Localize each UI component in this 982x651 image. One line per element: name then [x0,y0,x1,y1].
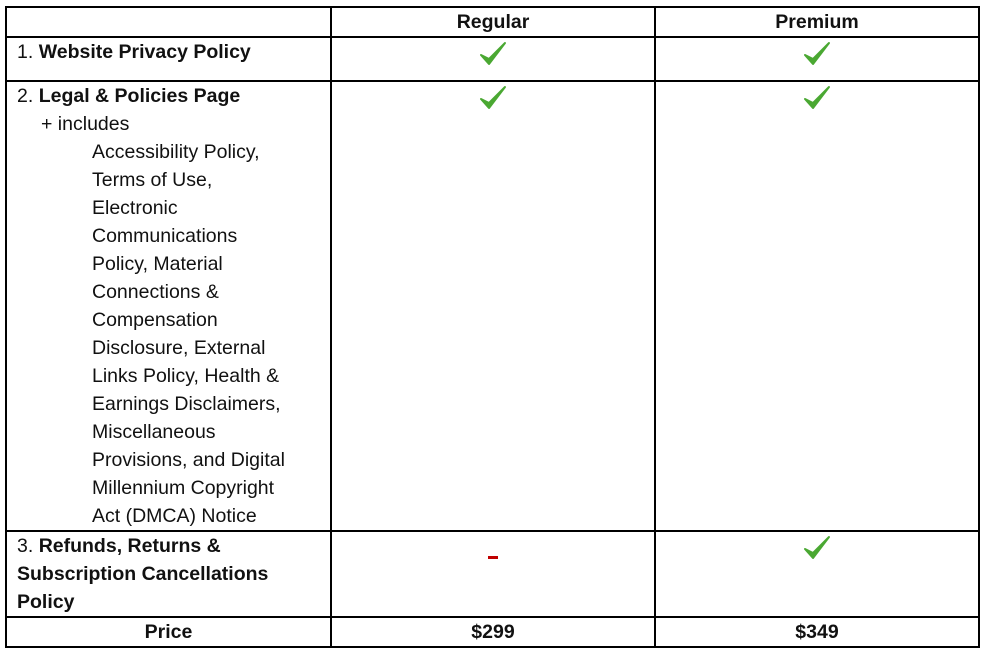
feature-number: 1. [17,41,34,63]
header-blank [5,6,332,38]
table-row: 2. Legal & Policies Page + includes Acce… [5,80,980,532]
check-icon [802,534,832,562]
feature-cell: 1. Website Privacy Policy [5,36,332,82]
feature-title: Refunds, Returns & [38,535,221,557]
premium-cell [654,530,980,618]
feature-number: 3. [17,535,34,557]
price-premium: $349 [654,616,980,648]
regular-cell [330,36,656,82]
premium-cell [654,80,980,532]
included-policy-line: Communications [92,225,238,247]
pricing-comparison-table: Regular Premium 1. Website Privacy Polic… [5,6,980,648]
included-policy-line: Compensation [92,309,218,331]
check-icon [478,40,508,68]
feature-cell: 3. Refunds, Returns & Subscription Cance… [5,530,332,618]
included-policy-line: Miscellaneous [92,421,216,443]
included-policy-line: Disclosure, External [92,337,266,359]
included-policy-line: Policy, Material [92,253,223,275]
feature-title: Website Privacy Policy [38,41,251,63]
included-policy-line: Earnings Disclaimers, [92,393,281,415]
included-policy-line: Connections & [92,281,219,303]
header-regular: Regular [330,6,656,38]
feature-number: 2. [17,85,34,107]
dash-icon [488,556,498,559]
included-policy-line: Links Policy, Health & [92,365,280,387]
feature-cell: 2. Legal & Policies Page + includes Acce… [5,80,332,532]
feature-title-line: Policy [17,591,75,613]
header-premium: Premium [654,6,980,38]
includes-label: + includes [41,113,130,135]
included-policy-line: Electronic [92,197,178,219]
header-row: Regular Premium [5,6,980,38]
included-policy-line: Millennium Copyright [92,477,275,499]
table-row: 1. Website Privacy Policy [5,36,980,82]
included-policy-line: Terms of Use, [92,169,213,191]
check-icon [802,84,832,112]
check-icon [802,40,832,68]
price-regular: $299 [330,616,656,648]
feature-title: Legal & Policies Page [38,85,241,107]
premium-cell [654,36,980,82]
included-policy-line: Provisions, and Digital [92,449,285,471]
price-row: Price $299 $349 [5,616,980,648]
price-label: Price [5,616,332,648]
included-policy-line: Accessibility Policy, [92,141,260,163]
check-icon [478,84,508,112]
regular-cell [330,530,656,618]
included-policy-line: Act (DMCA) Notice [92,505,257,527]
feature-title-line: Subscription Cancellations [17,563,269,585]
table-row: 3. Refunds, Returns & Subscription Cance… [5,530,980,618]
regular-cell [330,80,656,532]
included-policies-list: Accessibility Policy, Terms of Use, Electr… [17,138,330,530]
